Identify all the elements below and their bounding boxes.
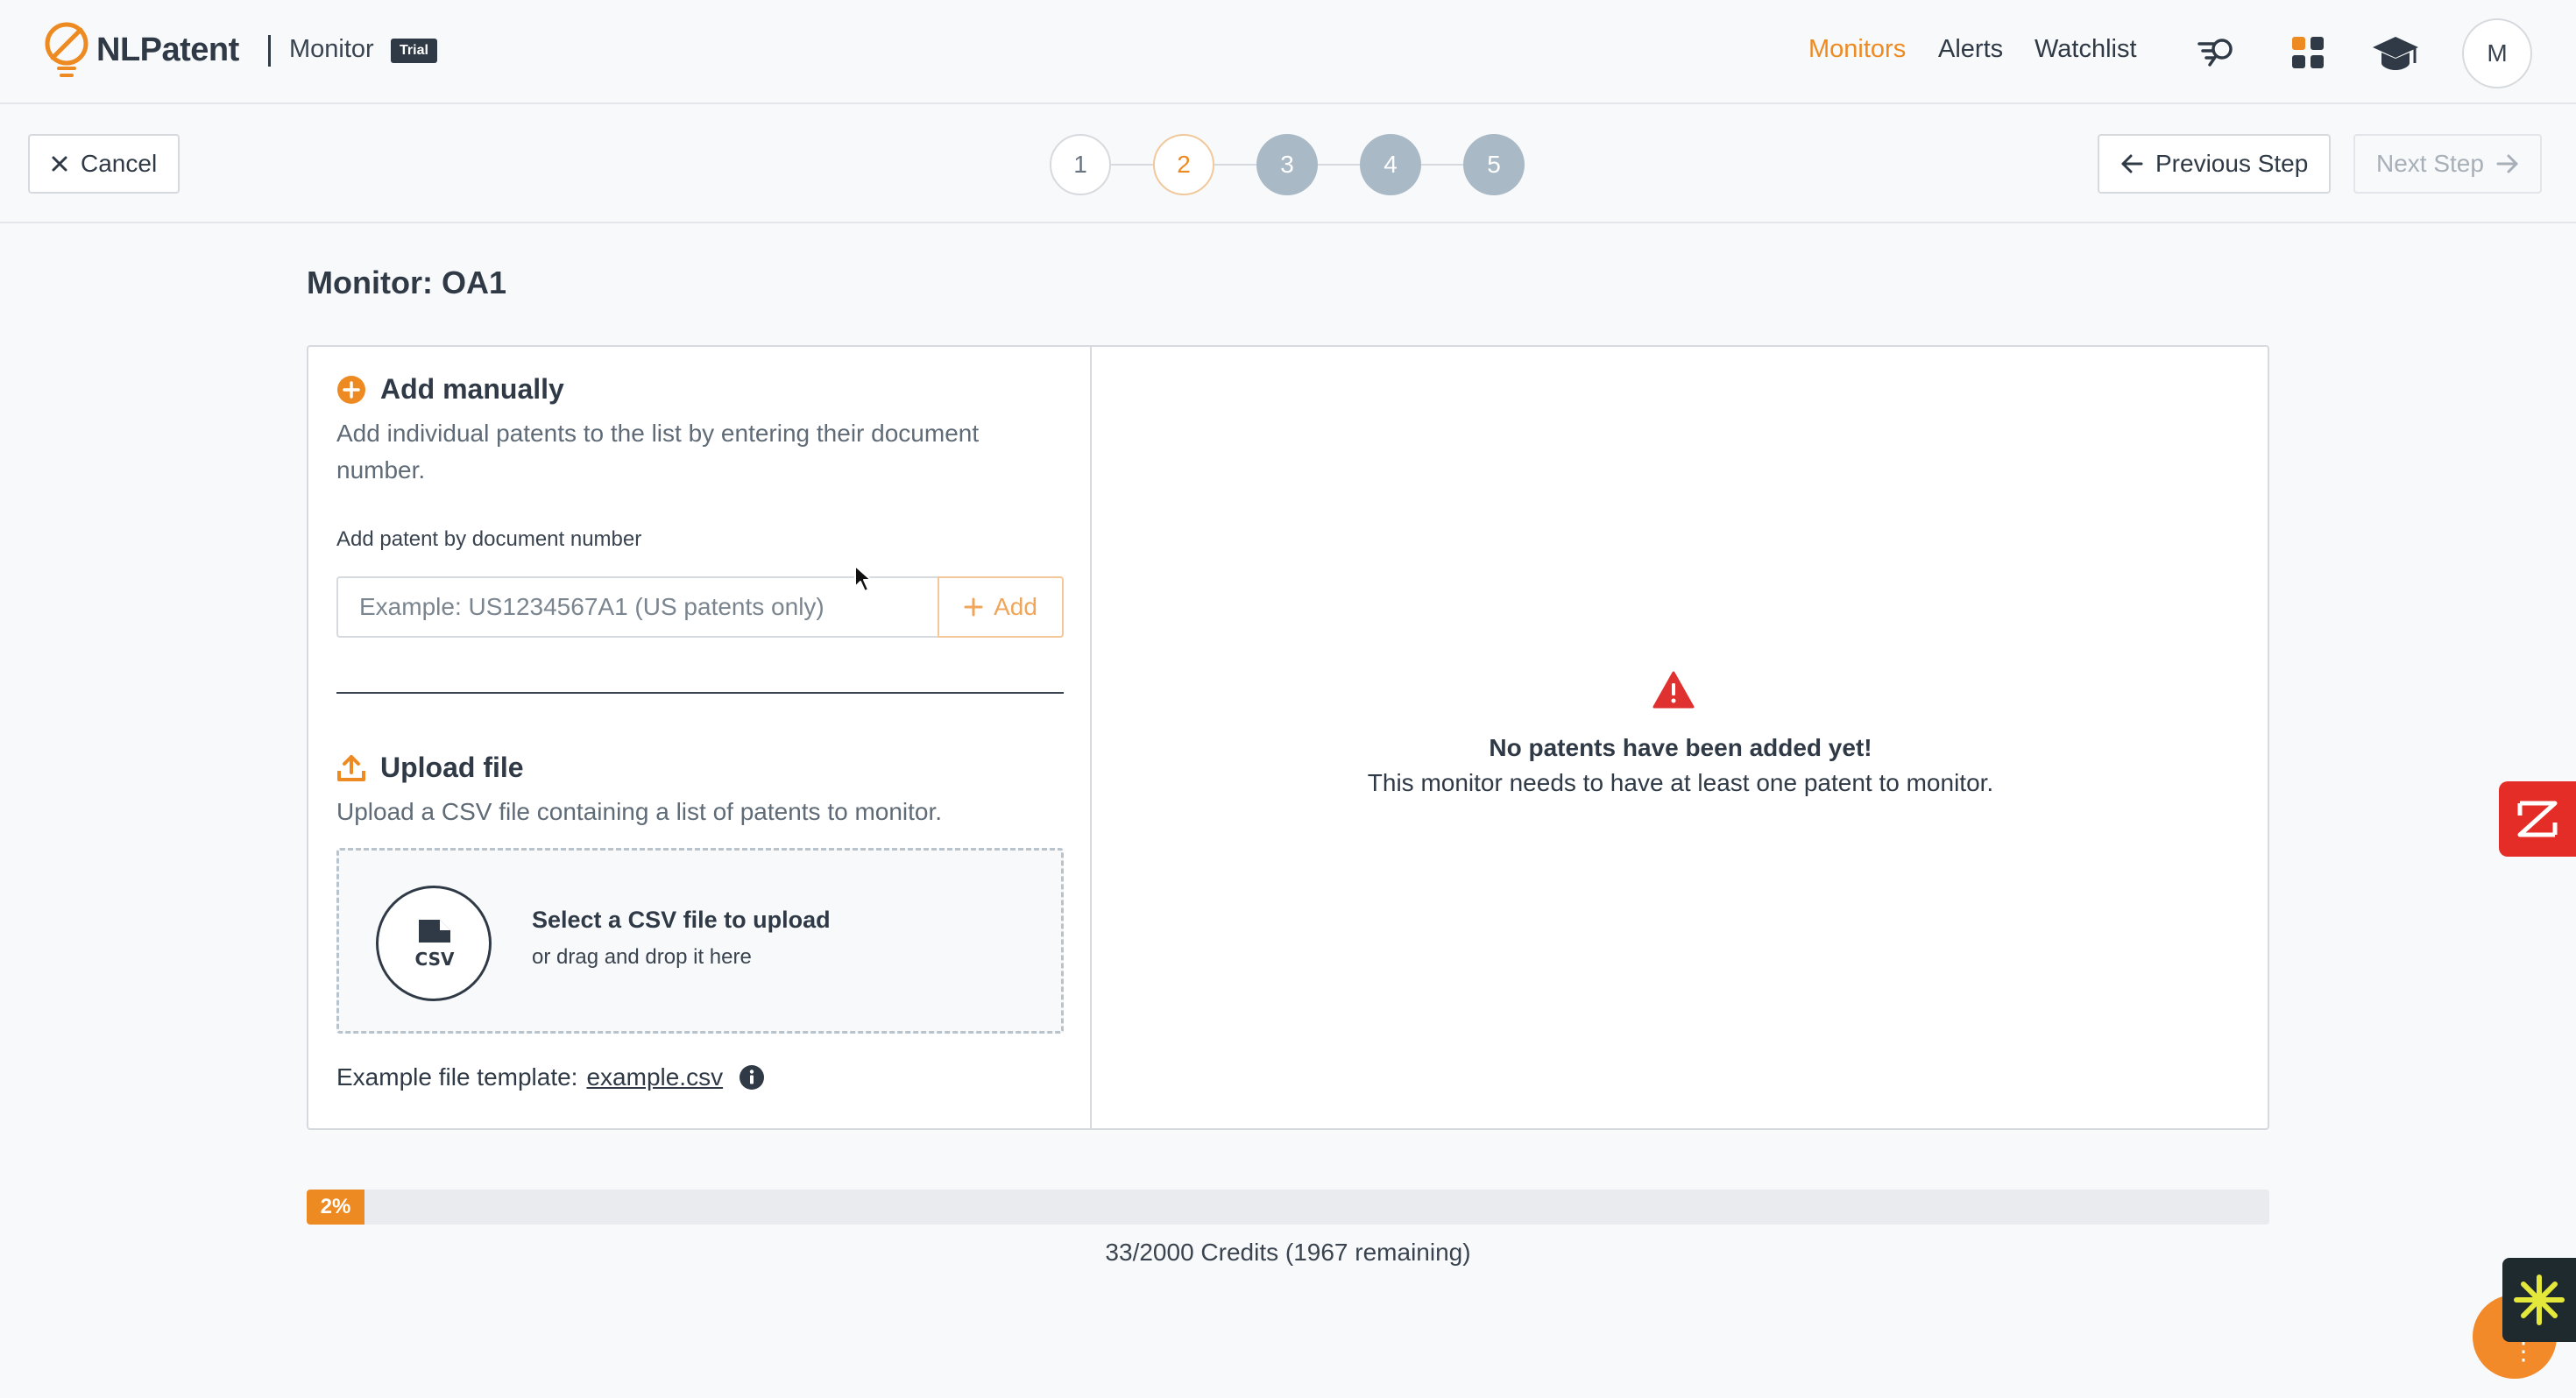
upload-file-description: Upload a CSV file containing a list of p… [336,798,943,825]
upload-icon [337,754,365,781]
patent-list-empty-state: No patents have been added yet! This mon… [1093,347,2268,1128]
cancel-label: Cancel [81,150,158,177]
next-step-label: Next Step [2376,150,2484,177]
template-row: Example file template: example.csv [336,1063,765,1091]
top-navbar: NLPatent Monitor Trial Monitors Alerts W… [0,0,2576,104]
add-manually-description: Add individual patents to the list by en… [336,420,980,484]
csv-dropzone[interactable]: CSV Select a CSV file to upload or drag … [336,848,1064,1034]
credits-summary: 33/2000 Credits (1967 remaining) [1105,1239,1471,1266]
empty-state-description: This monitor needs to have at least one … [1367,769,1994,796]
product-name: Monitor [289,35,374,63]
dropzone-title: Select a CSV file to upload [532,907,831,933]
nav-alerts[interactable]: Alerts [1938,35,2003,64]
add-label: Add [994,593,1037,620]
mouse-cursor-icon [854,565,872,592]
previous-step-button[interactable]: Previous Step [2098,134,2332,194]
step-1[interactable]: 1 [1050,134,1111,195]
page-title-prefix: Monitor: [307,265,433,300]
step-indicator: 1 2 3 4 5 [1050,134,1525,195]
template-label: Example file template: [336,1063,578,1091]
patent-source-card: Add manually Add individual patents to t… [307,345,2269,1130]
step-connector [1214,164,1256,166]
page-title: Monitor: OA1 [307,265,506,301]
side-feedback-tab[interactable] [2499,781,2576,857]
sparkle-icon [2514,1274,2565,1325]
step-connector [1111,164,1153,166]
plus-circle-icon [337,375,365,404]
user-avatar[interactable]: M [2462,18,2532,88]
credits-progress-fill: 2% [307,1190,364,1225]
info-icon[interactable] [739,1064,765,1091]
step-2[interactable]: 2 [1153,134,1214,195]
step-4: 4 [1360,134,1421,195]
add-patent-button[interactable]: Add [938,576,1064,638]
example-csv-link[interactable]: example.csv [586,1063,723,1091]
wizard-toolbar: Cancel 1 2 3 4 5 Previous Step Next Step [0,104,2576,223]
upload-file-title: Upload file [380,752,524,783]
section-divider [336,692,1064,694]
csv-glyph: CSV [415,949,455,970]
step-connector [1318,164,1360,166]
step-connector [1421,164,1463,166]
monitor-name: OA1 [441,265,506,300]
step-5: 5 [1463,134,1525,195]
arrow-right-icon [2496,154,2518,173]
trial-badge: Trial [391,39,437,63]
close-icon [52,156,67,172]
brand-name[interactable]: NLPatent [96,32,239,69]
csv-file-icon: CSV [376,886,492,1001]
search-list-icon[interactable] [2196,32,2238,74]
add-manually-title: Add manually [380,373,564,405]
nav-watchlist[interactable]: Watchlist [2035,35,2137,64]
brand-separator [268,35,271,67]
extension-widget[interactable] [2502,1258,2576,1342]
arrow-left-icon [2121,154,2143,173]
cancel-button[interactable]: Cancel [28,134,180,194]
add-patents-panel: Add manually Add individual patents to t… [308,347,1092,1128]
document-number-input[interactable] [336,576,938,638]
document-number-label: Add patent by document number [336,527,642,551]
zendesk-icon [2517,801,2558,837]
warning-triangle-icon [1652,671,1695,709]
graduation-cap-icon[interactable] [2371,32,2420,74]
nav-monitors[interactable]: Monitors [1808,35,1906,64]
step-3: 3 [1256,134,1318,195]
previous-step-label: Previous Step [2155,150,2309,177]
nlpatent-logo-icon[interactable] [42,21,91,81]
document-number-input-group: Add [336,576,1064,638]
apps-grid-icon[interactable] [2287,32,2329,74]
empty-state-title: No patents have been added yet! [1489,734,1872,761]
plus-icon [964,597,983,617]
next-step-button[interactable]: Next Step [2353,134,2542,194]
add-manually-heading: Add manually [336,373,564,406]
dropzone-subtitle: or drag and drop it here [532,945,752,969]
upload-file-heading: Upload file [336,752,524,784]
credits-progress-bar: 2% [307,1190,2269,1225]
